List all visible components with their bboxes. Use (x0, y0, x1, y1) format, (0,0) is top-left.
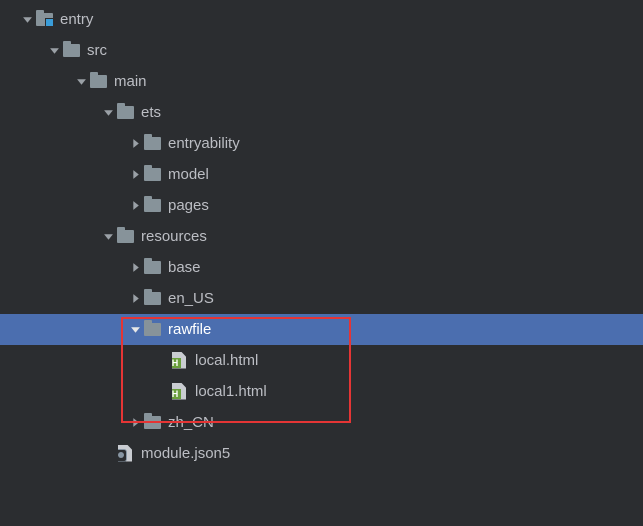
module-folder-icon (36, 11, 54, 29)
tree-item[interactable]: base (0, 252, 643, 283)
tree-item-label: module.json5 (141, 445, 230, 462)
chevron-down-icon[interactable] (45, 45, 63, 56)
tree-item-label: local1.html (195, 383, 267, 400)
tree-item-label: main (114, 73, 147, 90)
tree-item[interactable]: pages (0, 190, 643, 221)
project-tree[interactable]: entry srcmain ets entryability model pages res… (0, 0, 643, 469)
tree-item-label: entryability (168, 135, 240, 152)
tree-item-label: src (87, 42, 107, 59)
html-file-icon (171, 352, 189, 370)
tree-item[interactable]: entryability (0, 128, 643, 159)
tree-item[interactable]: local1.html (0, 376, 643, 407)
tree-item[interactable]: module.json5 (0, 438, 643, 469)
folder-icon (144, 197, 162, 215)
tree-item[interactable]: zh_CN (0, 407, 643, 438)
chevron-down-icon[interactable] (72, 76, 90, 87)
tree-item-label: rawfile (168, 321, 211, 338)
tree-item-label: resources (141, 228, 207, 245)
html-file-icon (171, 383, 189, 401)
folder-icon (144, 290, 162, 308)
chevron-down-icon[interactable] (18, 14, 36, 25)
tree-item-label: pages (168, 197, 209, 214)
chevron-right-icon[interactable] (126, 200, 144, 211)
folder-icon (144, 135, 162, 153)
tree-item[interactable]: src (0, 35, 643, 66)
folder-icon (144, 321, 162, 339)
chevron-right-icon[interactable] (126, 138, 144, 149)
chevron-right-icon[interactable] (126, 293, 144, 304)
chevron-right-icon[interactable] (126, 417, 144, 428)
chevron-down-icon[interactable] (99, 231, 117, 242)
tree-item-label: entry (60, 11, 93, 28)
folder-icon (90, 73, 108, 91)
tree-item-label: base (168, 259, 201, 276)
chevron-down-icon[interactable] (99, 107, 117, 118)
tree-item[interactable]: main (0, 66, 643, 97)
tree-item-label: model (168, 166, 209, 183)
tree-item-label: local.html (195, 352, 258, 369)
chevron-right-icon[interactable] (126, 169, 144, 180)
folder-icon (63, 42, 81, 60)
folder-icon (117, 228, 135, 246)
tree-item[interactable]: resources (0, 221, 643, 252)
json-file-icon (117, 445, 135, 463)
tree-item[interactable]: ets (0, 97, 643, 128)
folder-icon (144, 414, 162, 432)
tree-item-label: ets (141, 104, 161, 121)
tree-item[interactable]: local.html (0, 345, 643, 376)
folder-icon (144, 166, 162, 184)
tree-item[interactable]: model (0, 159, 643, 190)
tree-item[interactable]: rawfile (0, 314, 643, 345)
tree-item[interactable]: entry (0, 4, 643, 35)
tree-item[interactable]: en_US (0, 283, 643, 314)
tree-item-label: zh_CN (168, 414, 214, 431)
folder-icon (117, 104, 135, 122)
chevron-right-icon[interactable] (126, 262, 144, 273)
chevron-down-icon[interactable] (126, 324, 144, 335)
tree-item-label: en_US (168, 290, 214, 307)
folder-icon (144, 259, 162, 277)
